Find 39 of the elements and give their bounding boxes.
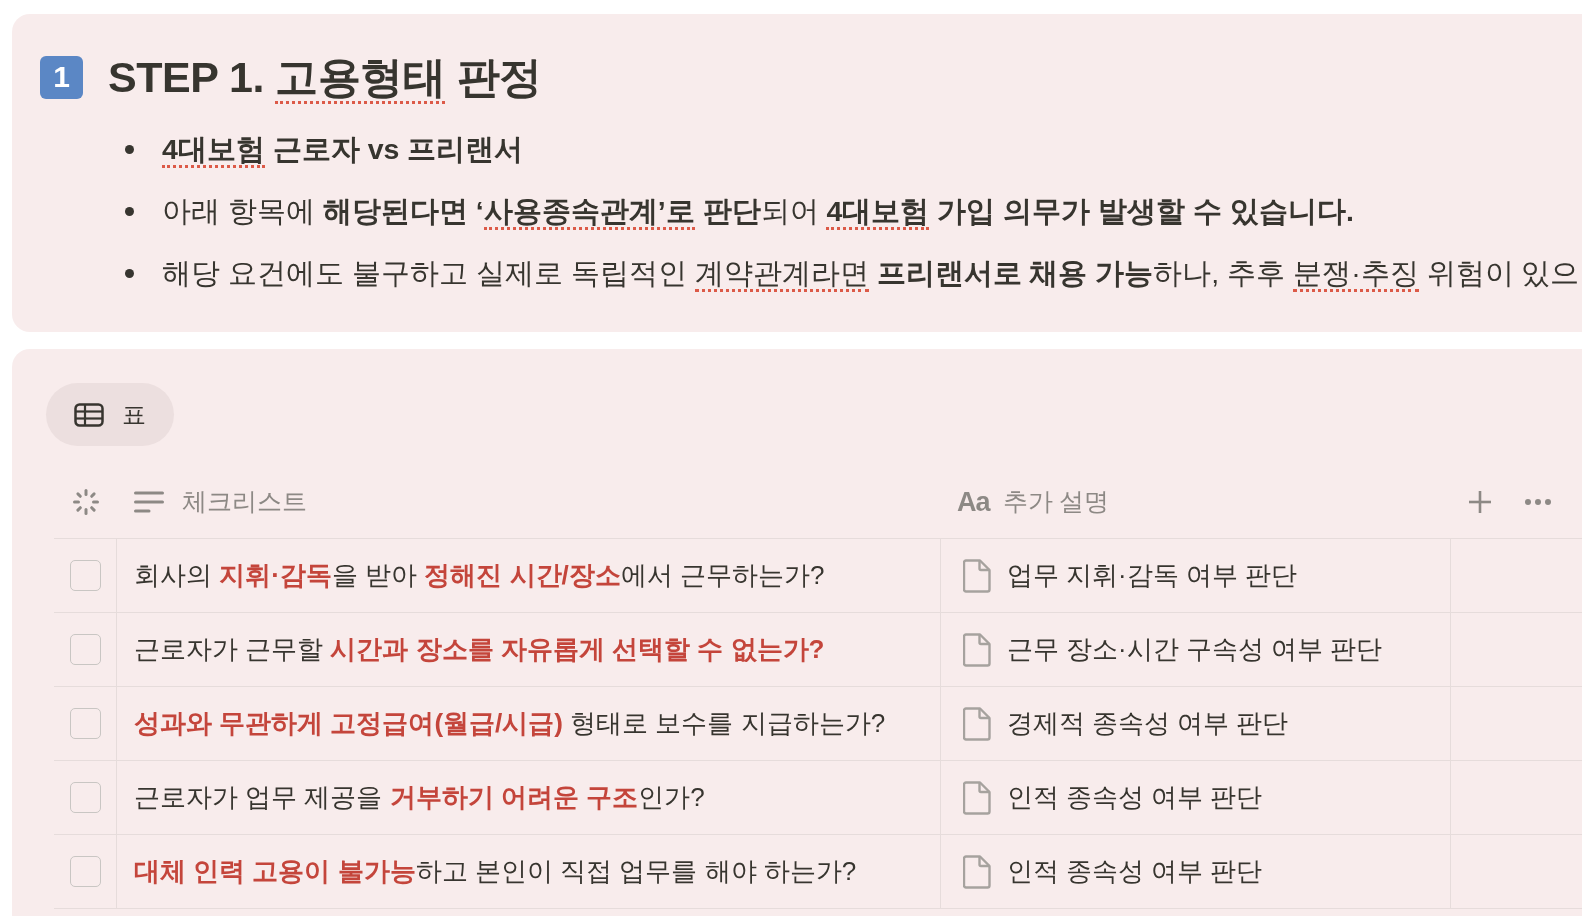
view-tab[interactable]: 표 xyxy=(46,383,174,446)
text-lines-icon xyxy=(134,490,164,514)
bullet-text: 해당 요건에도 불구하고 실제로 독립적인 계약관계라면 프리랜서로 채용 가능하나, 추후 분쟁·추징 위험이 있으 xyxy=(162,254,1580,292)
spinner-icon xyxy=(71,488,100,516)
question-text: 성과와 무관하게 고정급여(월급/시급) 형태로 보수를 지급하는가? xyxy=(134,707,886,740)
bullet-text: 아래 항목에 해당된다면 ‘사용종속관계’로 판단되어 4대보험 가입 의무가 발생할 수 있습니다. xyxy=(162,192,1354,230)
checkbox[interactable] xyxy=(69,560,101,591)
description-text: 근무 장소·시간 구속성 여부 판단 xyxy=(1007,634,1382,666)
question-text: 대체 인력 고용이 불가능하고 본인이 직접 업무를 해야 하는가? xyxy=(134,855,857,888)
bullet-icon xyxy=(125,268,134,278)
more-button[interactable] xyxy=(1525,499,1551,505)
checkbox[interactable] xyxy=(69,782,101,813)
table-icon xyxy=(74,402,104,427)
checkbox[interactable] xyxy=(69,856,101,887)
title-type-icon: Aa xyxy=(957,486,990,518)
checkbox[interactable] xyxy=(69,634,101,665)
bullet-text: 4대보험 근로자 vs 프리랜서 xyxy=(162,130,524,168)
document-icon xyxy=(963,854,991,889)
plus-icon xyxy=(1469,491,1491,513)
description-text: 인적 종속성 여부 판단 xyxy=(1007,856,1263,888)
description-text: 경제적 종속성 여부 판단 xyxy=(1007,708,1289,740)
document-icon xyxy=(963,558,991,593)
number-badge: 1 xyxy=(40,55,83,99)
bullet-icon xyxy=(125,144,134,154)
description-text: 업무 지휘·감독 여부 판단 xyxy=(1007,560,1297,592)
more-icon xyxy=(1525,499,1551,505)
bullet-icon xyxy=(125,206,134,216)
description-text: 인적 종속성 여부 판단 xyxy=(1007,782,1263,814)
question-text: 근로자가 근무할 시간과 장소를 자유롭게 선택할 수 없는가? xyxy=(134,633,825,666)
document-icon xyxy=(963,780,991,815)
document-icon xyxy=(963,706,991,741)
step-title: STEP 1. 고용형태 판정 xyxy=(108,50,542,104)
column-header: 체크리스트 xyxy=(182,486,307,518)
question-text: 근로자가 업무 제공을 거부하기 어려운 구조인가? xyxy=(134,781,705,814)
question-text: 회사의 지휘·감독을 받아 정해진 시간/장소에서 근무하는가? xyxy=(134,559,825,592)
add-column-button[interactable] xyxy=(1469,491,1491,513)
column-header: 추가 설명 xyxy=(1002,486,1110,518)
document-icon xyxy=(963,632,991,667)
checkbox[interactable] xyxy=(69,708,101,739)
